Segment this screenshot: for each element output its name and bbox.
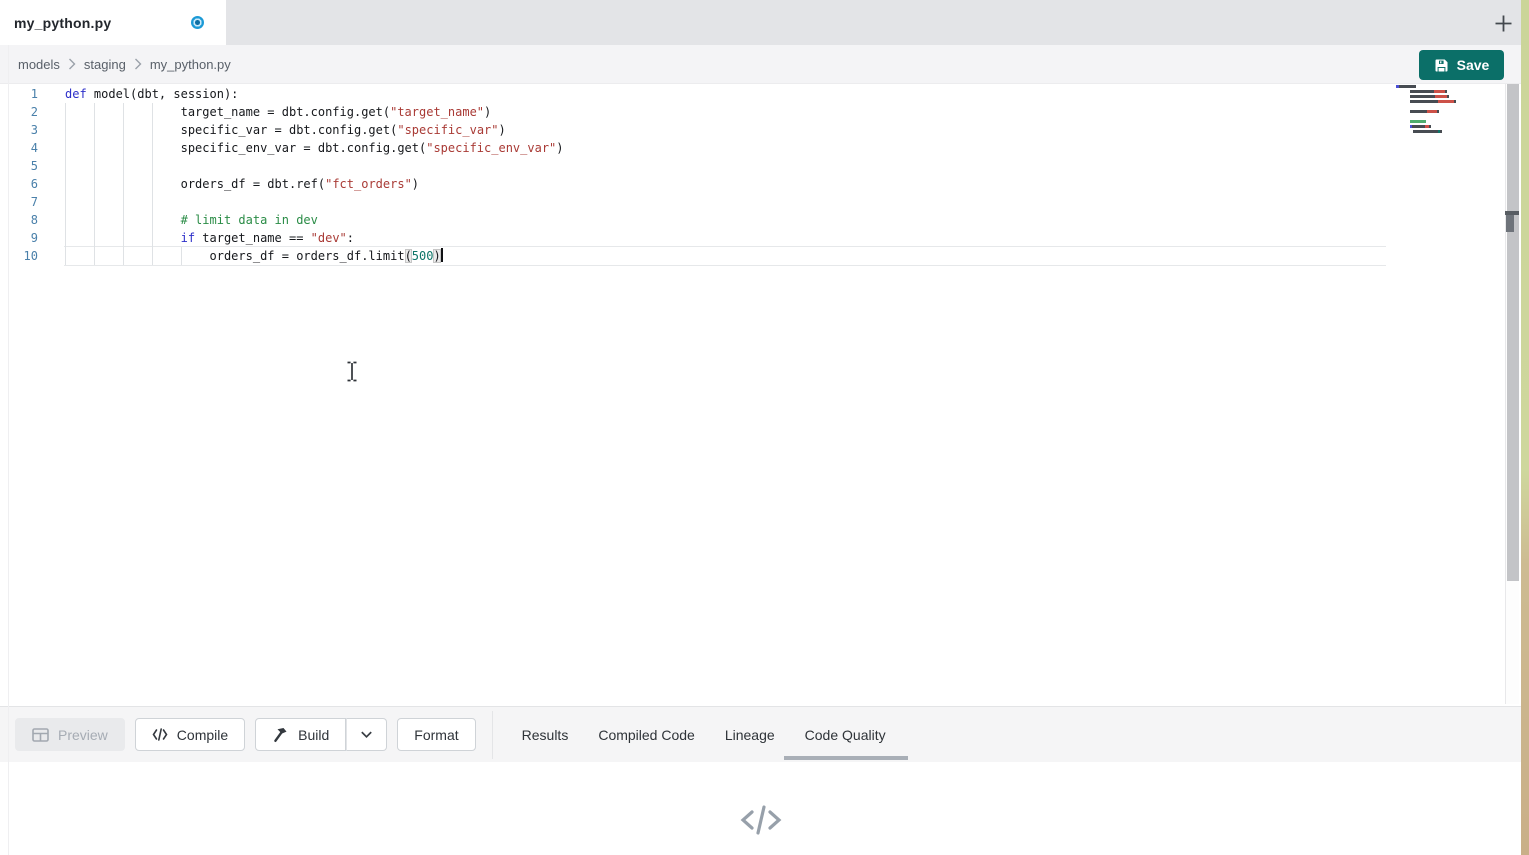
- code-slash-icon: [738, 802, 784, 838]
- chevron-right-icon: [134, 58, 142, 70]
- code-editor[interactable]: 1def model(dbt, session):2 target_name =…: [0, 84, 1521, 706]
- chevron-right-icon: [68, 58, 76, 70]
- line-number: 10: [0, 247, 45, 265]
- toolbar-divider: [492, 711, 493, 759]
- new-tab-button[interactable]: [1491, 11, 1515, 35]
- line-number: 5: [0, 157, 45, 175]
- line-number: 7: [0, 193, 45, 211]
- ibeam-mouse-cursor-icon: [346, 361, 358, 387]
- unsaved-changes-dot-icon: [191, 16, 204, 29]
- code-line[interactable]: 10 orders_df = orders_df.limit(500): [0, 247, 1521, 265]
- table-grid-icon: [32, 727, 49, 743]
- code-line[interactable]: 7: [0, 193, 1521, 211]
- breadcrumb: models staging my_python.py Save: [0, 45, 1521, 84]
- scrollbar-thumb[interactable]: [1507, 84, 1519, 581]
- code-line[interactable]: 9 if target_name == "dev":: [0, 229, 1521, 247]
- code-line[interactable]: 8 # limit data in dev: [0, 211, 1521, 229]
- code-brackets-icon: [152, 728, 168, 741]
- save-button-label: Save: [1457, 57, 1490, 73]
- ide-window: my_python.py models staging my_python.py: [0, 0, 1521, 855]
- compile-button[interactable]: Compile: [135, 718, 245, 751]
- code-line[interactable]: 5: [0, 157, 1521, 175]
- hammer-icon: [272, 727, 289, 743]
- desktop-wallpaper-strip: [1521, 0, 1529, 855]
- tab-my-python[interactable]: my_python.py: [0, 0, 226, 45]
- chevron-down-icon: [359, 727, 374, 742]
- tab-lineage[interactable]: Lineage: [725, 721, 775, 749]
- ide-app: my_python.py models staging my_python.py: [0, 0, 1529, 855]
- tab-code-quality[interactable]: Code Quality: [805, 721, 886, 749]
- compile-button-label: Compile: [177, 727, 228, 743]
- vertical-scrollbar[interactable]: [1505, 84, 1519, 704]
- line-number: 9: [0, 229, 45, 247]
- line-number: 6: [0, 175, 45, 193]
- minimap[interactable]: [1396, 84, 1470, 134]
- build-button-label: Build: [298, 727, 329, 743]
- preview-button[interactable]: Preview: [15, 718, 125, 751]
- breadcrumb-item-models[interactable]: models: [18, 57, 60, 72]
- code-line[interactable]: 1def model(dbt, session):: [0, 85, 1521, 103]
- scrollbar-cursor-marker: [1506, 215, 1514, 232]
- code-line[interactable]: 3 specific_var = dbt.config.get("specifi…: [0, 121, 1521, 139]
- line-number: 2: [0, 103, 45, 121]
- code-lines: 1def model(dbt, session):2 target_name =…: [0, 84, 1521, 265]
- line-number: 1: [0, 85, 45, 103]
- text-caret: [441, 248, 443, 262]
- line-number: 3: [0, 121, 45, 139]
- save-button[interactable]: Save: [1419, 50, 1504, 80]
- bottom-toolbar: Preview Compile Build: [0, 706, 1521, 762]
- panel-tabs: Results Compiled Code Lineage Code Quali…: [522, 721, 886, 749]
- line-number: 4: [0, 139, 45, 157]
- editor-tab-bar: my_python.py: [0, 0, 1521, 45]
- build-menu-button[interactable]: [346, 718, 387, 751]
- breadcrumb-item-staging[interactable]: staging: [84, 57, 126, 72]
- code-line[interactable]: 6 orders_df = dbt.ref("fct_orders"): [0, 175, 1521, 193]
- plus-icon: [1493, 13, 1514, 34]
- breadcrumb-item-file[interactable]: my_python.py: [150, 57, 231, 72]
- build-split-button: Build: [255, 718, 387, 751]
- build-button[interactable]: Build: [255, 718, 346, 751]
- code-line[interactable]: 2 target_name = dbt.config.get("target_n…: [0, 103, 1521, 121]
- tab-title: my_python.py: [14, 15, 111, 31]
- results-panel: [0, 762, 1521, 855]
- tab-compiled-code[interactable]: Compiled Code: [598, 721, 695, 749]
- panel-left-border: [8, 45, 9, 855]
- tab-results[interactable]: Results: [522, 721, 569, 749]
- format-button-label: Format: [414, 727, 458, 743]
- preview-button-label: Preview: [58, 727, 108, 743]
- format-button[interactable]: Format: [397, 718, 475, 751]
- line-number: 8: [0, 211, 45, 229]
- floppy-disk-icon: [1434, 58, 1449, 73]
- code-line[interactable]: 4 specific_env_var = dbt.config.get("spe…: [0, 139, 1521, 157]
